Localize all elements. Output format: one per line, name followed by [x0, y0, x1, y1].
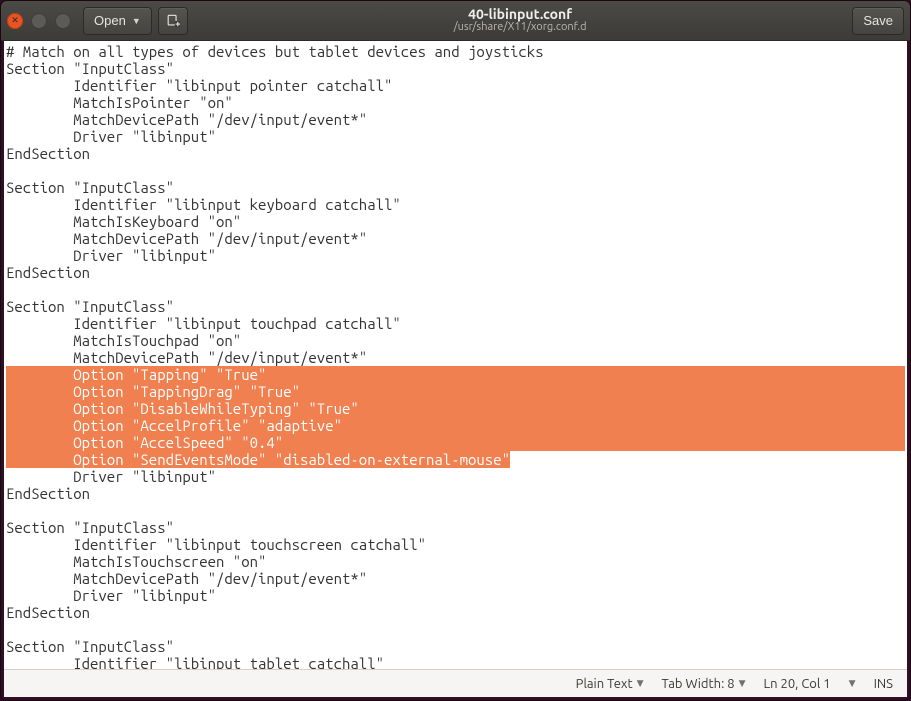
code-line[interactable]: MatchDevicePath "/dev/input/event*" — [6, 349, 905, 366]
open-button[interactable]: Open ▼ — [83, 7, 152, 35]
window-controls: ✕ — [7, 13, 71, 29]
save-button-label: Save — [863, 13, 893, 28]
editor-area[interactable]: # Match on all types of devices but tabl… — [4, 41, 907, 669]
tab-width-dropdown[interactable]: Tab Width: 8 ▼ — [662, 677, 746, 691]
code-line[interactable]: EndSection — [6, 485, 905, 502]
code-line[interactable]: Driver "libinput" — [6, 587, 905, 604]
code-line[interactable]: Identifier "libinput touchpad catchall" — [6, 315, 905, 332]
code-line[interactable]: Identifier "libinput pointer catchall" — [6, 77, 905, 94]
document-path: /usr/share/X11/xorg.conf.d — [194, 22, 847, 34]
tab-width-label: Tab Width: 8 — [662, 677, 735, 691]
window-close-button[interactable]: ✕ — [7, 13, 23, 29]
code-line[interactable]: Option "SendEventsMode" "disabled-on-ext… — [6, 451, 905, 468]
code-line[interactable]: Option "TappingDrag" "True" — [6, 383, 905, 400]
statusbar: Plain Text ▼ Tab Width: 8 ▼ Ln 20, Col 1… — [4, 669, 907, 697]
code-line[interactable]: MatchDevicePath "/dev/input/event*" — [6, 111, 905, 128]
code-line[interactable]: Driver "libinput" — [6, 128, 905, 145]
code-line[interactable] — [6, 162, 905, 179]
code-line[interactable]: MatchIsKeyboard "on" — [6, 213, 905, 230]
code-line[interactable]: Section "InputClass" — [6, 179, 905, 196]
chevron-down-icon: ▼ — [739, 678, 746, 689]
code-line[interactable]: MatchIsPointer "on" — [6, 94, 905, 111]
code-line[interactable]: Option "Tapping" "True" — [6, 366, 905, 383]
code-line[interactable]: # Match on all types of devices but tabl… — [6, 43, 905, 60]
code-line[interactable]: Section "InputClass" — [6, 298, 905, 315]
new-tab-button[interactable] — [158, 7, 188, 35]
open-button-label: Open — [94, 13, 126, 28]
window-maximize-button[interactable] — [55, 13, 71, 29]
code-line[interactable]: MatchIsTouchscreen "on" — [6, 553, 905, 570]
chevron-down-icon[interactable]: ▼ — [849, 678, 856, 689]
code-line[interactable]: Option "DisableWhileTyping" "True" — [6, 400, 905, 417]
code-line[interactable]: Driver "libinput" — [6, 468, 905, 485]
code-line[interactable]: Section "InputClass" — [6, 519, 905, 536]
code-line[interactable]: EndSection — [6, 604, 905, 621]
code-line[interactable]: Identifier "libinput keyboard catchall" — [6, 196, 905, 213]
code-line[interactable] — [6, 281, 905, 298]
code-line[interactable]: Section "InputClass" — [6, 60, 905, 77]
code-line[interactable]: MatchDevicePath "/dev/input/event*" — [6, 570, 905, 587]
code-line[interactable]: Option "AccelProfile" "adaptive" — [6, 417, 905, 434]
chevron-down-icon: ▼ — [637, 678, 644, 689]
code-line[interactable] — [6, 621, 905, 638]
cursor-position-label: Ln 20, Col 1 — [764, 677, 831, 691]
code-line[interactable]: Identifier "libinput tablet catchall" — [6, 655, 905, 669]
headerbar: ✕ Open ▼ 40-libinput.conf /usr/share/X11… — [1, 1, 910, 41]
code-line[interactable]: Option "AccelSpeed" "0.4" — [6, 434, 905, 451]
code-line[interactable]: Identifier "libinput touchscreen catchal… — [6, 536, 905, 553]
new-document-icon — [166, 14, 180, 28]
window-minimize-button[interactable] — [31, 13, 47, 29]
cursor-position-display[interactable]: Ln 20, Col 1 — [764, 677, 831, 691]
document-title: 40-libinput.conf — [194, 7, 847, 22]
insert-mode-indicator[interactable]: INS — [874, 677, 893, 691]
title-area: 40-libinput.conf /usr/share/X11/xorg.con… — [194, 7, 847, 33]
code-line[interactable]: EndSection — [6, 145, 905, 162]
code-line[interactable]: EndSection — [6, 264, 905, 281]
code-line[interactable]: Section "InputClass" — [6, 638, 905, 655]
code-line[interactable]: MatchIsTouchpad "on" — [6, 332, 905, 349]
save-button[interactable]: Save — [852, 7, 904, 35]
code-line[interactable] — [6, 502, 905, 519]
code-line[interactable]: Driver "libinput" — [6, 247, 905, 264]
chevron-down-icon: ▼ — [132, 16, 141, 26]
syntax-mode-label: Plain Text — [576, 677, 633, 691]
syntax-mode-dropdown[interactable]: Plain Text ▼ — [576, 677, 644, 691]
code-content[interactable]: # Match on all types of devices but tabl… — [4, 41, 907, 669]
code-line[interactable]: MatchDevicePath "/dev/input/event*" — [6, 230, 905, 247]
